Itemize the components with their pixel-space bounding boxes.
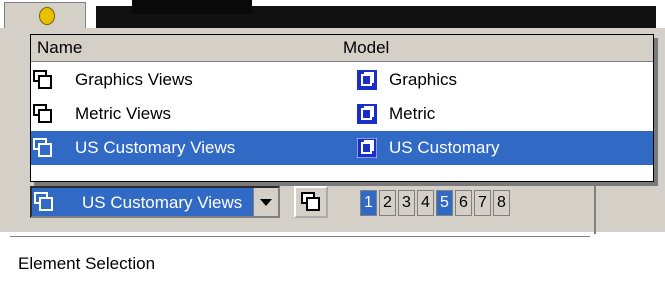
views-icon: [33, 104, 52, 123]
coin-icon: [39, 7, 55, 25]
page-button-5[interactable]: 5: [436, 190, 453, 216]
model-icon: [357, 104, 377, 124]
row-model: Metric: [389, 104, 436, 123]
combo-value: US Customary Views: [82, 193, 243, 212]
header-model[interactable]: Model: [343, 38, 389, 58]
views-icon: [33, 138, 52, 157]
row-model: Graphics: [389, 70, 458, 89]
view-dropdown-list[interactable]: Name Model Graphics Views Graphics Metri…: [30, 34, 654, 182]
page-button-1[interactable]: 1: [360, 190, 377, 216]
element-selection-label: Element Selection: [18, 254, 156, 273]
list-item-us-customary-views[interactable]: US Customary Views US Customary: [31, 131, 653, 165]
divider: [10, 236, 590, 237]
chevron-down-icon[interactable]: [253, 188, 278, 216]
model-icon: [357, 70, 377, 90]
row-name: Metric Views: [75, 104, 172, 123]
header-name[interactable]: Name: [37, 38, 82, 58]
list-item-graphics-views[interactable]: Graphics Views Graphics: [31, 63, 653, 97]
page-button-4[interactable]: 4: [417, 190, 434, 216]
page-button-3[interactable]: 3: [398, 190, 415, 216]
views-icon: [301, 192, 320, 211]
list-header: Name Model: [31, 35, 653, 62]
page-button-7[interactable]: 7: [474, 190, 491, 216]
view-combo-box[interactable]: US Customary Views: [30, 186, 280, 218]
views-button[interactable]: [294, 186, 328, 218]
row-model: US Customary: [389, 138, 500, 157]
model-icon: [357, 138, 377, 158]
toolbar-button[interactable]: [4, 2, 86, 30]
row-name: US Customary Views: [75, 138, 236, 157]
row-name: Graphics Views: [75, 70, 193, 89]
list-item-metric-views[interactable]: Metric Views Metric: [31, 97, 653, 131]
page-button-2[interactable]: 2: [379, 190, 396, 216]
separator: [594, 186, 596, 234]
page-button-6[interactable]: 6: [455, 190, 472, 216]
views-icon: [33, 70, 52, 89]
page-button-8[interactable]: 8: [493, 190, 510, 216]
toolbar-strip-top: [132, 0, 252, 14]
views-icon: [34, 192, 53, 211]
